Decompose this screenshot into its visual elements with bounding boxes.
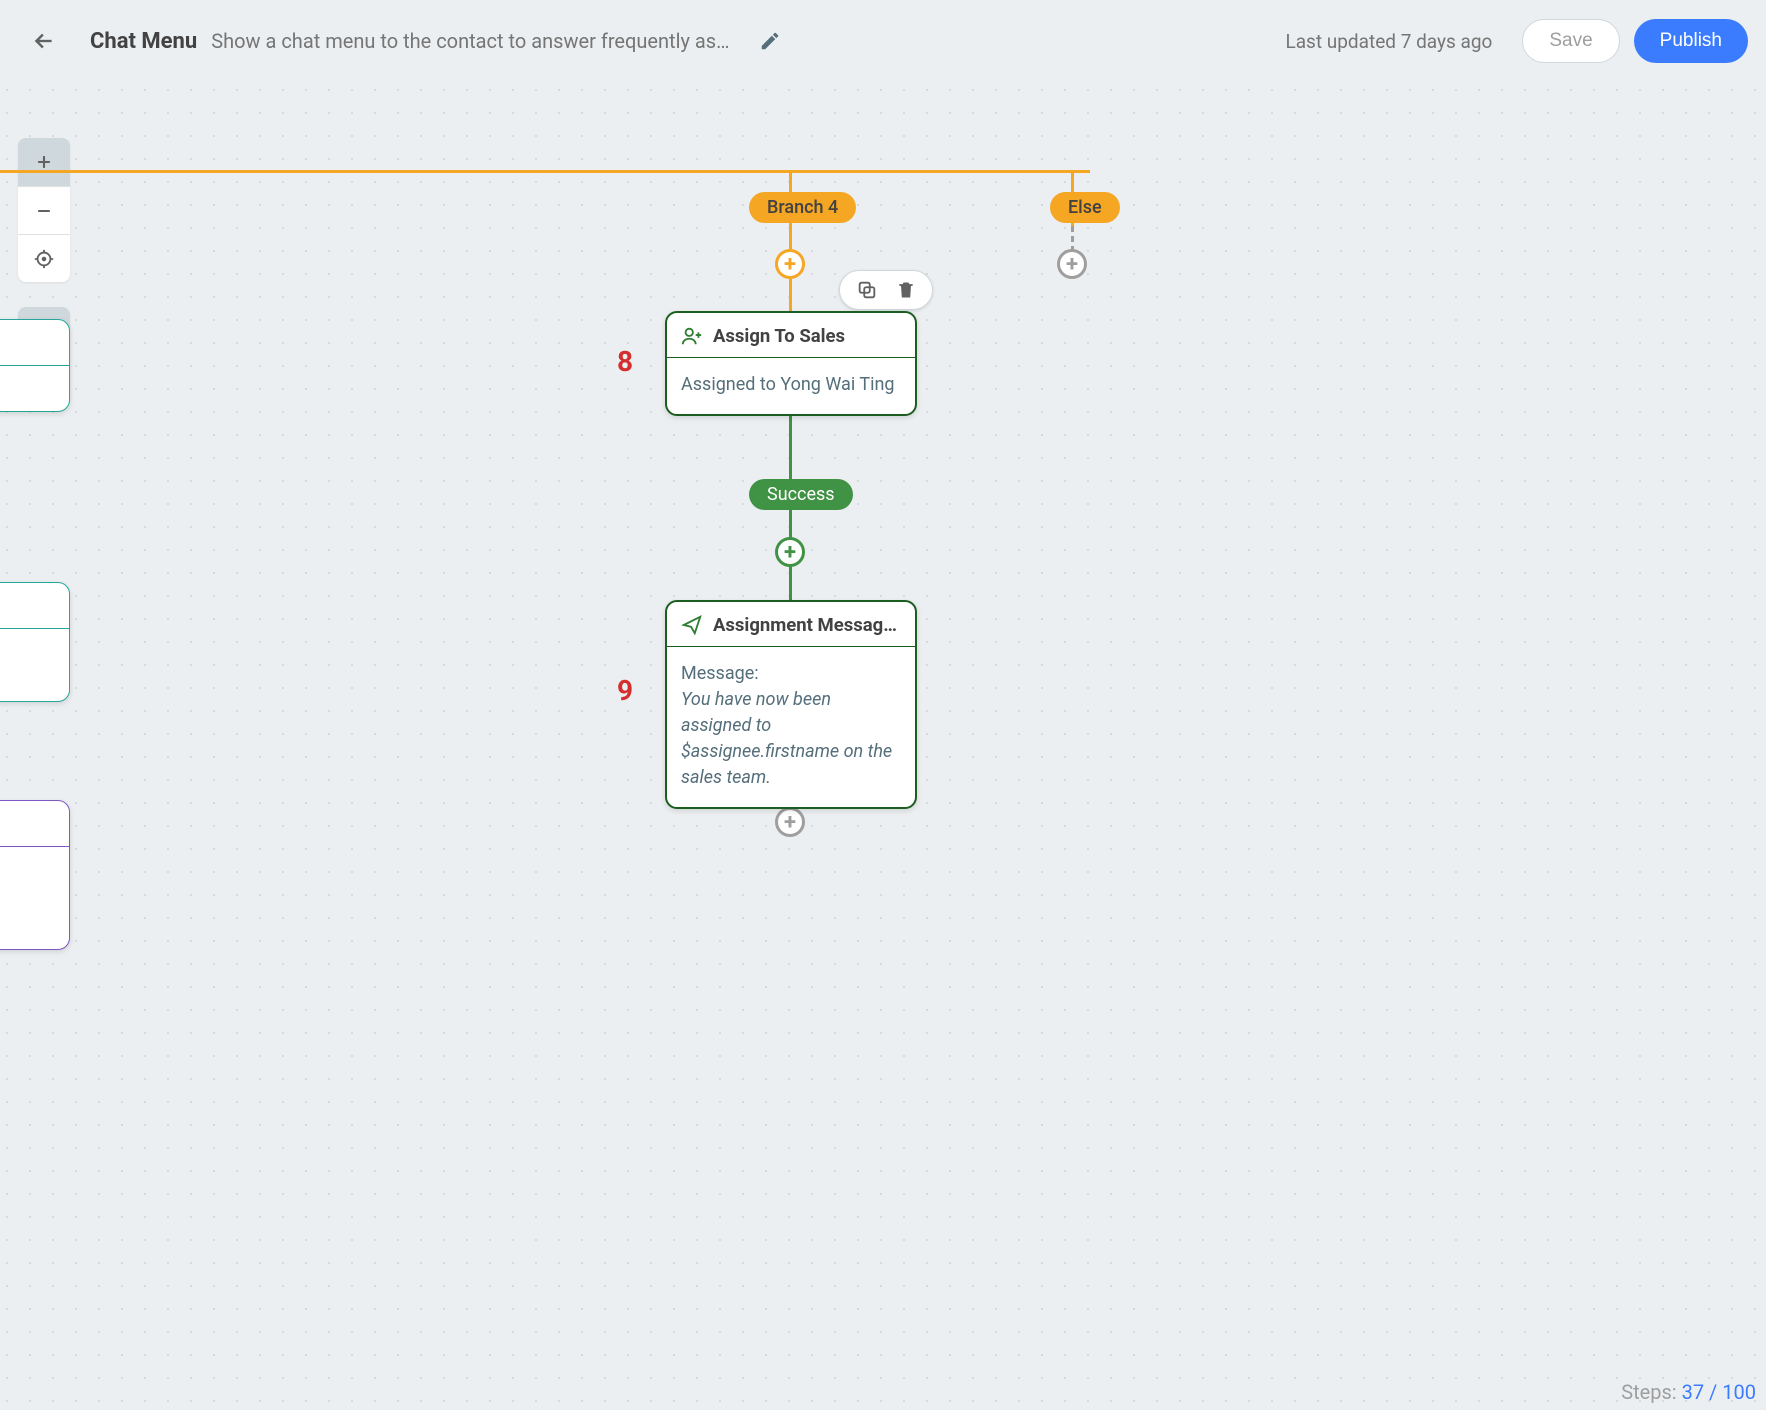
zoom-in-button[interactable] [18, 138, 70, 186]
node-body: Message: You have now been assigned to $… [667, 647, 915, 807]
success-label: Success [749, 479, 853, 510]
zoom-out-button[interactable] [18, 186, 70, 234]
steps-footer: Steps: 37 / 100 [1621, 1380, 1756, 1404]
add-step-button[interactable]: + [775, 249, 805, 279]
node-assignment-message[interactable]: Assignment Message: S… Message: You have… [665, 600, 917, 809]
page-title: Chat Menu [90, 29, 197, 54]
branch-label-else[interactable]: Else [1050, 192, 1120, 223]
step-number: 9 [617, 674, 633, 707]
add-step-button[interactable]: + [1057, 249, 1087, 279]
peek-node[interactable]: ns ny years [0, 319, 70, 412]
peek-node[interactable]: s Tag [0, 800, 70, 950]
duplicate-icon[interactable] [856, 279, 878, 301]
last-updated: Last updated 7 days ago [1285, 30, 1492, 53]
node-title: Assign To Sales [713, 325, 845, 347]
node-actions [839, 270, 933, 310]
add-step-button[interactable]: + [775, 537, 805, 567]
peek-node[interactable]: ns Im… [0, 582, 70, 702]
steps-current: 37 [1682, 1380, 1704, 1404]
save-button[interactable]: Save [1522, 19, 1619, 63]
message-body: You have now been assigned to $assignee.… [681, 687, 901, 791]
steps-sep: / [1709, 1380, 1717, 1404]
step-number: 8 [617, 345, 633, 378]
page-subtitle: Show a chat menu to the contact to answe… [211, 29, 731, 53]
steps-total: 100 [1722, 1380, 1756, 1404]
connector-line [0, 170, 1090, 173]
zoom-fit-button[interactable] [18, 234, 70, 282]
node-title: Assignment Message: S… [713, 614, 901, 636]
steps-label: Steps: [1621, 1380, 1676, 1404]
publish-button[interactable]: Publish [1634, 19, 1748, 63]
add-step-button[interactable]: + [775, 807, 805, 837]
message-label: Message: [681, 661, 901, 687]
node-body: Assigned to Yong Wai Ting [667, 358, 915, 414]
node-assign-to-sales[interactable]: Assign To Sales Assigned to Yong Wai Tin… [665, 311, 917, 416]
branch-label[interactable]: Branch 4 [749, 192, 856, 223]
peek-body: ny years [0, 376, 55, 397]
user-assign-icon [681, 325, 703, 347]
delete-icon[interactable] [896, 279, 916, 301]
send-icon [681, 614, 703, 636]
zoom-toolbar [18, 138, 70, 282]
edit-icon[interactable] [759, 30, 783, 52]
back-button[interactable] [28, 25, 60, 57]
